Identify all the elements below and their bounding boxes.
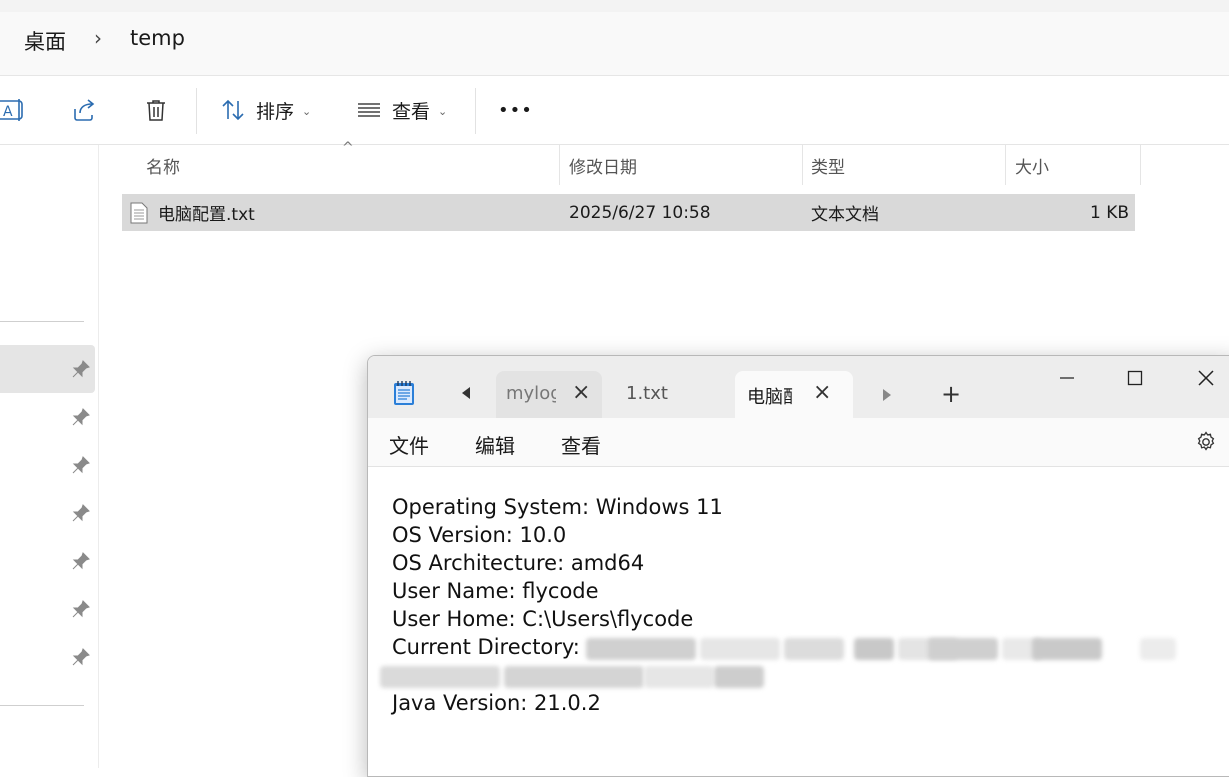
file-size: 1 KB [1089, 202, 1129, 223]
line-java-version: Java Version: 21.0.2 [392, 691, 601, 715]
column-divider[interactable] [559, 145, 560, 185]
tab-scroll-left-icon[interactable] [460, 385, 472, 404]
chevron-down-icon: ⌄ [302, 104, 312, 118]
tab-label: 电脑配置.txt [747, 387, 793, 408]
title-strip [0, 0, 1229, 12]
tab-active-file[interactable]: 电脑配置.txt × [735, 371, 853, 418]
more-options-button[interactable]: ••• [498, 76, 533, 144]
address-bar[interactable]: 桌面 › temp [0, 0, 1229, 76]
settings-button[interactable] [1195, 431, 1217, 457]
more-icon: ••• [498, 99, 533, 121]
toolbar-divider [475, 88, 476, 134]
close-icon[interactable]: × [572, 380, 590, 405]
notepad-icon [393, 380, 415, 410]
line-user-name: User Name: flycode [392, 579, 599, 603]
maximize-icon [1127, 370, 1143, 386]
close-window-button[interactable] [1186, 362, 1226, 394]
chevron-down-icon: ⌄ [438, 104, 448, 118]
file-type: 文本文档 [811, 205, 879, 225]
line-os: Operating System: Windows 11 [392, 495, 723, 519]
close-icon[interactable]: × [813, 380, 831, 405]
minimize-button[interactable] [1047, 362, 1087, 394]
tab-label: 1.txt [626, 383, 668, 404]
tab-mylog[interactable]: mylog × [496, 371, 602, 418]
share-button[interactable] [71, 76, 97, 144]
sort-ascending-icon: ^ [342, 140, 354, 156]
sort-button[interactable]: 排序 ⌄ [220, 76, 311, 144]
column-header-modified[interactable]: 修改日期 [569, 145, 637, 185]
notepad-window[interactable]: mylog × 1.txt 电脑配置.txt × + 文件 编辑 查看 [367, 355, 1229, 777]
column-name-label: 名称 [146, 157, 180, 178]
trash-icon [147, 100, 165, 121]
pin-icon[interactable] [72, 360, 92, 380]
tab-label: mylog [506, 383, 556, 404]
pin-icon[interactable] [72, 408, 92, 428]
line-current-directory: Current Directory: [392, 635, 580, 659]
column-header-type[interactable]: 类型 [811, 145, 845, 185]
view-list-icon [358, 103, 380, 117]
sort-label: 排序 [256, 100, 295, 123]
breadcrumb-desktop[interactable]: 桌面 [24, 26, 66, 56]
tab-1txt[interactable]: 1.txt [612, 371, 732, 418]
pin-icon[interactable] [72, 648, 92, 668]
sort-icon [222, 99, 244, 121]
menu-view[interactable]: 查看 [561, 430, 601, 459]
close-icon [1198, 370, 1214, 386]
text-file-icon [130, 194, 148, 231]
column-modified-label: 修改日期 [569, 157, 637, 178]
view-label: 查看 [392, 100, 431, 123]
nav-separator [0, 705, 84, 706]
view-button[interactable]: 查看 ⌄ [356, 76, 447, 144]
column-type-label: 类型 [811, 157, 845, 178]
text-editor[interactable]: Operating System: Windows 11 OS Version:… [368, 467, 1229, 776]
pin-icon[interactable] [72, 504, 92, 524]
share-icon [74, 99, 95, 121]
command-bar: A 排序 ⌄ 查看 ⌄ ••• [0, 76, 1229, 145]
gear-icon [1197, 431, 1215, 451]
column-header-size[interactable]: 大小 [1015, 145, 1049, 185]
nav-separator [0, 321, 84, 322]
menu-file[interactable]: 文件 [389, 430, 429, 459]
breadcrumb-temp[interactable]: temp [130, 26, 185, 50]
column-divider[interactable] [802, 145, 803, 185]
rename-button[interactable]: A [0, 76, 26, 144]
notepad-titlebar[interactable]: mylog × 1.txt 电脑配置.txt × + [368, 356, 1229, 418]
minimize-icon [1060, 377, 1074, 379]
line-user-home: User Home: C:\Users\flycode [392, 607, 694, 631]
tab-scroll-right-icon[interactable] [881, 387, 893, 406]
delete-button[interactable] [143, 76, 169, 144]
svg-text:A: A [3, 104, 13, 120]
pin-icon[interactable] [72, 552, 92, 572]
column-divider[interactable] [1140, 145, 1141, 185]
file-name: 电脑配置.txt [158, 205, 255, 225]
notepad-menubar: 文件 编辑 查看 [368, 418, 1229, 467]
toolbar-divider [196, 88, 197, 134]
line-os-arch: OS Architecture: amd64 [392, 551, 645, 575]
new-tab-button[interactable]: + [941, 380, 961, 408]
line-os-version: OS Version: 10.0 [392, 523, 567, 547]
breadcrumb-chevron-icon: › [94, 26, 102, 50]
column-size-label: 大小 [1015, 157, 1049, 178]
pin-icon[interactable] [72, 600, 92, 620]
rename-icon: A [0, 99, 23, 121]
file-modified: 2025/6/27 10:58 [569, 202, 711, 223]
column-header-name[interactable]: 名称 [146, 145, 180, 185]
pin-icon[interactable] [72, 456, 92, 476]
menu-edit[interactable]: 编辑 [475, 430, 515, 459]
file-row[interactable]: 电脑配置.txt 2025/6/27 10:58 文本文档 1 KB [122, 194, 1135, 231]
maximize-button[interactable] [1115, 362, 1155, 394]
column-divider[interactable] [1005, 145, 1006, 185]
